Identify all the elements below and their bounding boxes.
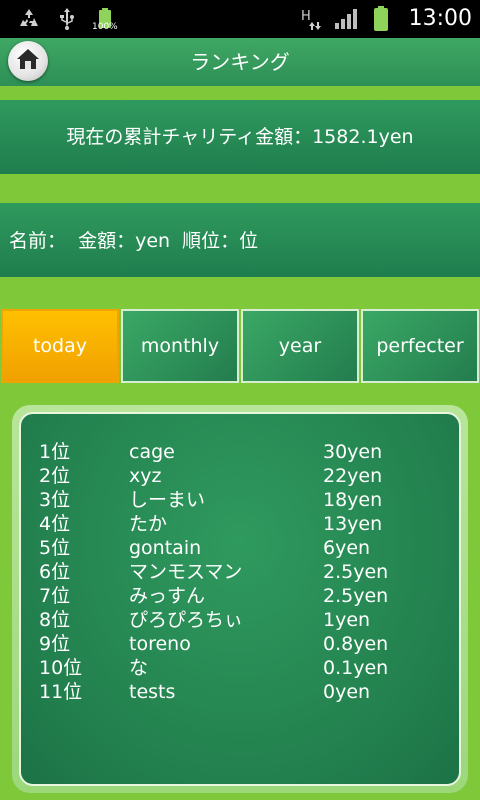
battery-full-icon	[372, 0, 390, 38]
rank-name: xyz	[129, 465, 162, 487]
home-button[interactable]	[8, 41, 48, 81]
tab-label: perfecter	[376, 335, 464, 357]
list-item: 7位 みっすん 2.5yen	[21, 584, 461, 608]
rank-position: 5位	[39, 537, 71, 559]
hspa-icon: H	[300, 0, 322, 38]
battery-percent: 100%	[92, 22, 118, 32]
list-item: 9位 toreno 0.8yen	[21, 632, 461, 656]
rank-position: 11位	[39, 681, 83, 703]
rank-amount: 1yen	[323, 609, 371, 631]
rank-name: な	[129, 657, 149, 679]
rank-name: tests	[129, 681, 176, 703]
rank-name: cage	[129, 441, 175, 463]
list-item: 4位 たか 13yen	[21, 512, 461, 536]
rank-position: 8位	[39, 609, 71, 631]
rank-position: 7位	[39, 585, 71, 607]
rank-name: たか	[129, 513, 168, 535]
header-bar: ランキング	[0, 38, 480, 86]
rank-amount: 2.5yen	[323, 561, 389, 583]
rank-position: 3位	[39, 489, 71, 511]
recycle-icon	[16, 0, 42, 38]
page-title: ランキング	[190, 50, 290, 74]
rank-amount: 2.5yen	[323, 585, 389, 607]
signal-icon	[333, 0, 359, 38]
rank-name: gontain	[129, 537, 202, 559]
rank-name: マンモスマン	[129, 561, 243, 583]
user-info-panel: 名前： 金額：yen 順位：位	[0, 203, 480, 277]
rank-amount: 0.8yen	[323, 633, 389, 655]
tab-perfecter[interactable]: perfecter	[361, 309, 479, 383]
list-item: 3位 しーまい 18yen	[21, 488, 461, 512]
rank-amount: 13yen	[323, 513, 383, 535]
rank-name: ぴろぴろちぃ	[129, 609, 244, 631]
rank-position: 1位	[39, 441, 71, 463]
battery-icon	[97, 0, 113, 38]
tab-label: monthly	[140, 335, 220, 357]
total-charity-panel: 現在の累計チャリティ金額：1582.1yen	[0, 100, 480, 174]
list-item: 2位 xyz 22yen	[21, 464, 461, 488]
rank-position: 4位	[39, 513, 71, 535]
list-item: 6位 マンモスマン 2.5yen	[21, 560, 461, 584]
home-icon	[15, 47, 41, 75]
rank-amount: 18yen	[323, 489, 383, 511]
ranking-board-frame: 1位 cage 30yen 2位 xyz 22yen 3位 しーまい 18yen…	[12, 405, 468, 793]
rank-amount: 0.1yen	[323, 657, 389, 679]
ranking-list[interactable]: 1位 cage 30yen 2位 xyz 22yen 3位 しーまい 18yen…	[19, 412, 461, 786]
rank-position: 2位	[39, 465, 71, 487]
list-item: 8位 ぴろぴろちぃ 1yen	[21, 608, 461, 632]
rank-amount: 22yen	[323, 465, 383, 487]
tab-label: today	[32, 335, 88, 357]
rank-name: しーまい	[129, 489, 206, 511]
tab-year[interactable]: year	[241, 309, 359, 383]
svg-text:H: H	[301, 9, 311, 24]
rank-amount: 0yen	[323, 681, 371, 703]
list-item: 5位 gontain 6yen	[21, 536, 461, 560]
rank-position: 9位	[39, 633, 71, 655]
clock: 13:00	[408, 6, 472, 31]
list-item: 10位 な 0.1yen	[21, 656, 461, 680]
user-info-text: 名前： 金額：yen 順位：位	[9, 230, 259, 252]
rank-name: みっすん	[129, 585, 206, 607]
status-bar: 100% H 13:00	[0, 0, 480, 38]
list-item: 1位 cage 30yen	[21, 440, 461, 464]
rank-position: 10位	[39, 657, 83, 679]
usb-icon	[56, 0, 78, 38]
total-charity-text: 現在の累計チャリティ金額：1582.1yen	[66, 126, 414, 148]
list-item: 11位 tests 0yen	[21, 680, 461, 704]
rank-position: 6位	[39, 561, 71, 583]
tab-monthly[interactable]: monthly	[121, 309, 239, 383]
rank-amount: 30yen	[323, 441, 383, 463]
tab-today[interactable]: today	[1, 309, 119, 383]
rank-amount: 6yen	[323, 537, 371, 559]
tab-label: year	[278, 335, 322, 357]
period-tabs: today monthly year perfecter	[0, 309, 480, 383]
rank-name: toreno	[129, 633, 191, 655]
